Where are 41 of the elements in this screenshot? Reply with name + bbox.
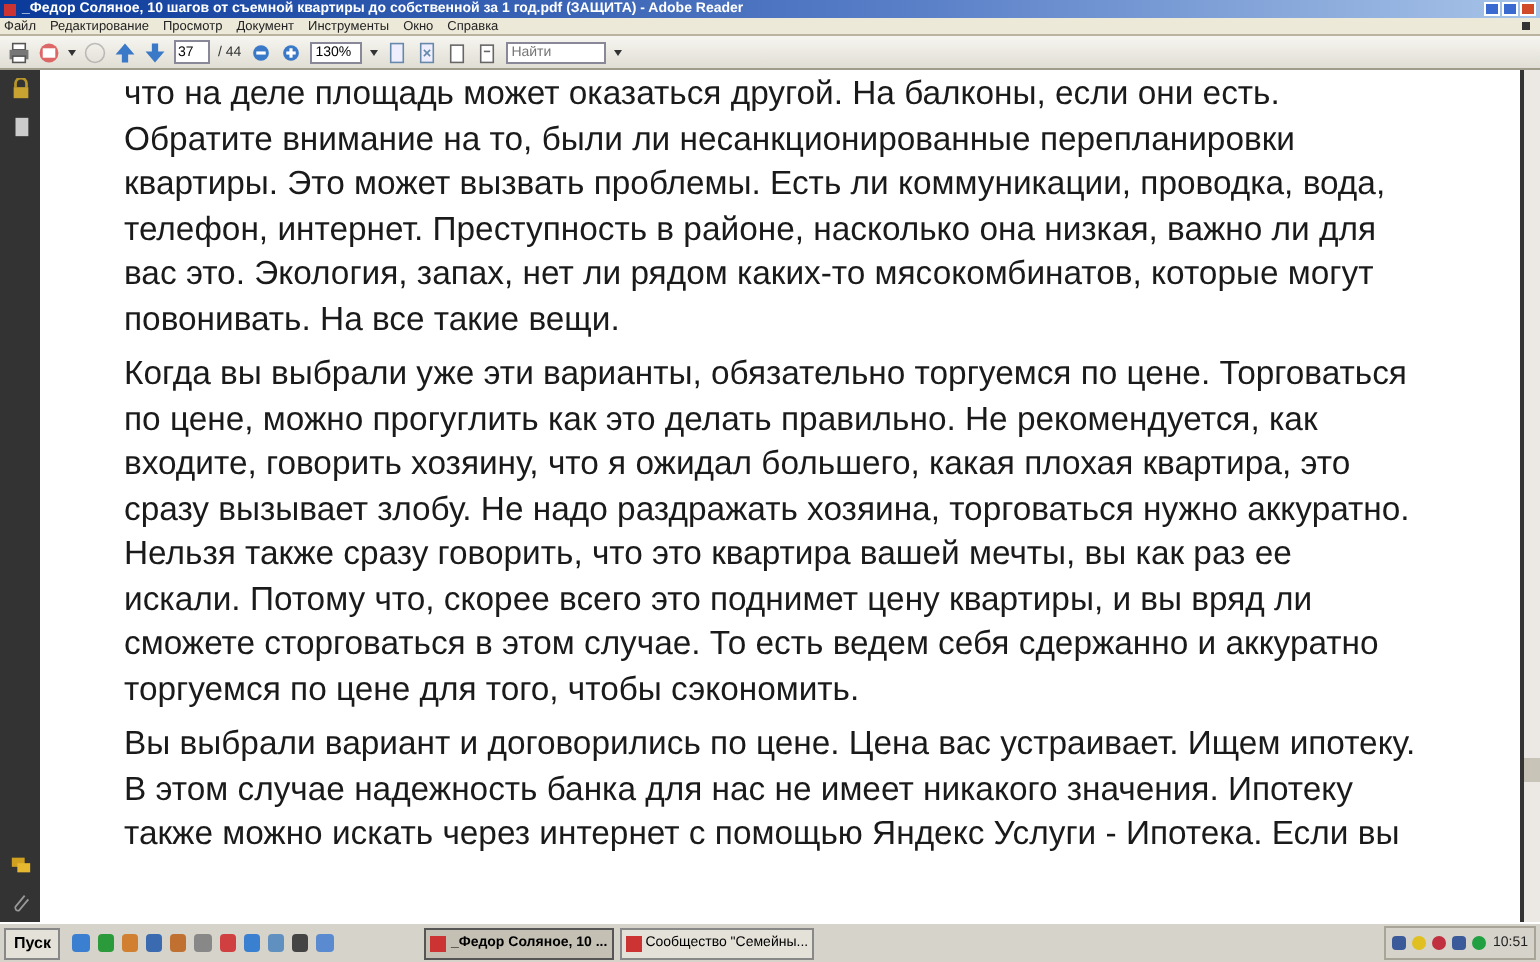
- text-line: торгуемся по цене для того, чтобы сэкономить.: [124, 667, 862, 711]
- fit-page-icon[interactable]: [415, 41, 438, 63]
- zoom-in-icon[interactable]: [279, 41, 302, 63]
- text-line: искали. Потому что, скорее всего это поднимет цену квартиры, и вы вряд ли: [124, 577, 1315, 621]
- document-icon[interactable]: [475, 41, 498, 63]
- caret-icon[interactable]: [613, 49, 622, 55]
- close-button[interactable]: [1520, 2, 1536, 16]
- maximize-button[interactable]: [1502, 2, 1518, 16]
- text-line: сразу вызывает злобу. Не надо раздражать хозяина, торговаться нужно аккуратно.: [124, 487, 1412, 531]
- down-arrow-icon[interactable]: [144, 41, 166, 63]
- page-view-icon[interactable]: [385, 41, 408, 63]
- caret-icon[interactable]: [369, 49, 378, 55]
- text-line: также можно искать через интернет с помощью Яндекс Услуги - Ипотека. Если вы: [124, 812, 1402, 856]
- printer-icon[interactable]: [8, 41, 30, 63]
- minimize-button[interactable]: [1484, 2, 1500, 16]
- text-line: что на деле площадь может оказаться другой. На балконы, если они есть.: [124, 72, 1282, 116]
- scrollbar-thumb[interactable]: [1524, 758, 1540, 782]
- paperclip-icon[interactable]: [9, 892, 31, 914]
- text-line: сможете сторговаться в этом случае. То есть ведем себя сдержанно и аккуратно: [124, 622, 1381, 666]
- text-line: Вы выбрали вариант и договорились по цене. Цена вас устраивает. Ищем ипотеку.: [124, 722, 1418, 766]
- start-button[interactable]: Пуск: [4, 927, 61, 959]
- pdf-icon: [4, 3, 16, 15]
- text-line: Нельзя также сразу говорить, что это квартира вашей мечты, вы как раз ее: [124, 532, 1294, 576]
- comments-icon[interactable]: [9, 854, 31, 876]
- text-line: вас это. Экология, запах, нет ли рядом каких-то мясокомбинатов, которые могут: [124, 252, 1376, 296]
- text-line: В этом случае надежность банка для нас не имеет никакого значения. Ипотеку: [124, 767, 1355, 811]
- text-line: Когда вы выбрали уже эти варианты, обязательно торгуемся по цене. Торговаться: [124, 352, 1409, 396]
- text-line: входите, говорить хозяину, что я ожидал большего, какая плохая квартира, это: [124, 442, 1353, 486]
- scrollbar[interactable]: [1524, 70, 1540, 922]
- text-line: по цене, можно прогуглить как это делать правильно. Не рекомендуется, как: [124, 397, 1320, 441]
- lock-icon[interactable]: [9, 78, 31, 100]
- app-icon: [625, 935, 642, 951]
- zoom-out-icon[interactable]: [249, 41, 272, 63]
- text-line: телефон, интернет. Преступность в районе, насколько она низкая, важно ли для: [124, 207, 1379, 251]
- document-icon[interactable]: [445, 41, 468, 63]
- app-icon: [430, 935, 447, 951]
- up-arrow-icon[interactable]: [114, 41, 136, 63]
- text-line: Обратите внимание на то, были ли несанкционированные перепланировки: [124, 117, 1297, 161]
- text-line: повонивать. На все такие вещи.: [124, 297, 622, 341]
- text-line: квартиры. Это может вызвать проблемы. Есть ли коммуникации, проводка, вода,: [124, 162, 1388, 206]
- caret-icon[interactable]: [68, 49, 76, 55]
